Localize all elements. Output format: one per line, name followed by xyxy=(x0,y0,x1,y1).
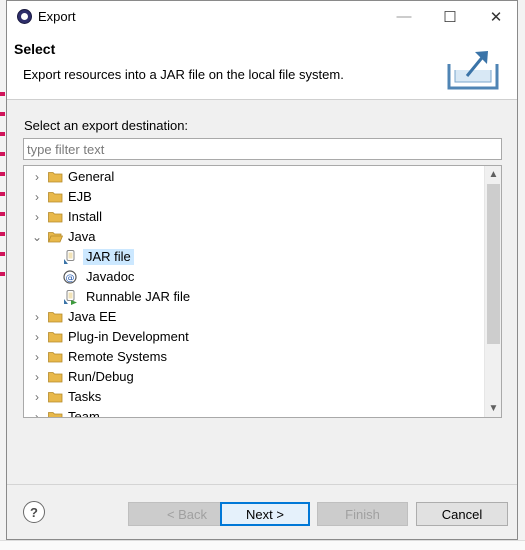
chevron-right-icon[interactable]: › xyxy=(30,207,44,227)
folder-icon xyxy=(48,192,63,203)
background-gutter-mark xyxy=(0,152,5,156)
background-gutter-mark xyxy=(0,92,5,96)
filter-input[interactable] xyxy=(23,138,502,160)
page-description: Export resources into a JAR file on the … xyxy=(23,67,344,82)
chevron-right-icon[interactable]: › xyxy=(30,187,44,207)
tree-item-label: Team xyxy=(68,409,100,418)
chevron-right-icon[interactable]: › xyxy=(30,407,44,417)
tree-item-install[interactable]: › Install xyxy=(24,207,482,227)
tree-item-tasks[interactable]: › Tasks xyxy=(24,387,482,407)
scroll-thumb[interactable] xyxy=(487,184,500,344)
scroll-up-icon[interactable]: ▲ xyxy=(485,166,501,183)
background-gutter-mark xyxy=(0,192,5,196)
tree-item-label: General xyxy=(68,169,115,184)
tree-item-label: Java EE xyxy=(68,309,117,324)
close-button[interactable]: ✕ xyxy=(473,1,519,32)
tree-item-label: Javadoc xyxy=(86,269,135,284)
tree-item-label: Tasks xyxy=(68,389,102,404)
export-tree: › General › EJB › Install ⌄ Java JAR file @ Javado… xyxy=(23,165,502,418)
page-title: Select xyxy=(14,41,56,57)
folder-icon xyxy=(48,312,63,323)
tree-item-label: Java xyxy=(68,229,96,244)
export-dialog: Export — ☐ ✕ Select Export resources int… xyxy=(6,0,518,540)
tree-item-java[interactable]: ⌄ Java xyxy=(24,227,482,247)
chevron-right-icon[interactable]: › xyxy=(30,307,44,327)
tree-item-remote-systems[interactable]: › Remote Systems xyxy=(24,347,482,367)
tree-item-label: Plug-in Development xyxy=(68,329,189,344)
background-gutter-mark xyxy=(0,172,5,176)
tree-item-run-debug[interactable]: › Run/Debug xyxy=(24,367,482,387)
chevron-right-icon[interactable]: › xyxy=(30,327,44,347)
tree-item-label: Install xyxy=(68,209,102,224)
folder-icon xyxy=(48,352,63,363)
jar-file-icon xyxy=(64,250,75,264)
destination-label: Select an export destination: xyxy=(24,118,189,133)
background-gutter-mark xyxy=(0,272,5,276)
next-button[interactable]: Next > xyxy=(220,502,310,526)
chevron-down-icon[interactable]: ⌄ xyxy=(30,227,44,247)
tree-item-team[interactable]: › Team xyxy=(24,407,482,418)
folder-icon xyxy=(48,412,63,417)
tree-item-java-ee[interactable]: › Java EE xyxy=(24,307,482,327)
background-editor-right xyxy=(517,0,525,550)
tree-item-label: JAR file xyxy=(83,249,134,265)
scroll-down-icon[interactable]: ▼ xyxy=(485,400,501,417)
help-button[interactable]: ? xyxy=(23,501,45,523)
background-gutter-mark xyxy=(0,232,5,236)
tree-item-label: Runnable JAR file xyxy=(86,289,191,304)
tree-item-javadoc[interactable]: @ Javadoc xyxy=(24,267,482,287)
runnable-jar-icon xyxy=(64,290,77,305)
tree-item-label: EJB xyxy=(68,189,92,204)
eclipse-icon xyxy=(17,9,32,24)
folder-icon xyxy=(48,332,63,343)
tree-item-ejb[interactable]: › EJB xyxy=(24,187,482,207)
footer-separator xyxy=(7,484,517,485)
folder-icon xyxy=(48,212,63,223)
cancel-button[interactable]: Cancel xyxy=(416,502,508,526)
finish-button[interactable]: Finish xyxy=(317,502,408,526)
background-console xyxy=(0,540,525,550)
tree-item-label: Remote Systems xyxy=(68,349,167,364)
chevron-right-icon[interactable]: › xyxy=(30,367,44,387)
background-gutter-mark xyxy=(0,252,5,256)
maximize-button[interactable]: ☐ xyxy=(427,1,473,32)
minimize-button[interactable]: — xyxy=(381,1,427,32)
export-wizard-icon xyxy=(447,51,499,90)
javadoc-icon: @ xyxy=(63,270,77,284)
background-gutter-mark xyxy=(0,112,5,116)
title-bar: Export — ☐ ✕ xyxy=(7,1,517,32)
folder-open-icon xyxy=(48,232,63,243)
tree-item-jar-file[interactable]: JAR file xyxy=(24,247,482,267)
chevron-right-icon[interactable]: › xyxy=(30,167,44,187)
chevron-right-icon[interactable]: › xyxy=(30,387,44,407)
folder-icon xyxy=(48,172,63,183)
tree-scrollbar[interactable]: ▲ ▼ xyxy=(484,166,501,417)
tree-item-general[interactable]: › General xyxy=(24,167,482,187)
window-title: Export xyxy=(38,9,76,24)
wizard-header: Select Export resources into a JAR file … xyxy=(7,32,517,100)
background-gutter-mark xyxy=(0,132,5,136)
svg-text:@: @ xyxy=(66,274,75,284)
folder-icon xyxy=(48,392,63,403)
tree-item-label: Run/Debug xyxy=(68,369,134,384)
background-gutter-mark xyxy=(0,212,5,216)
folder-icon xyxy=(48,372,63,383)
tree-item-plug-in-development[interactable]: › Plug-in Development xyxy=(24,327,482,347)
chevron-right-icon[interactable]: › xyxy=(30,347,44,367)
tree-item-runnable-jar-file[interactable]: Runnable JAR file xyxy=(24,287,482,307)
